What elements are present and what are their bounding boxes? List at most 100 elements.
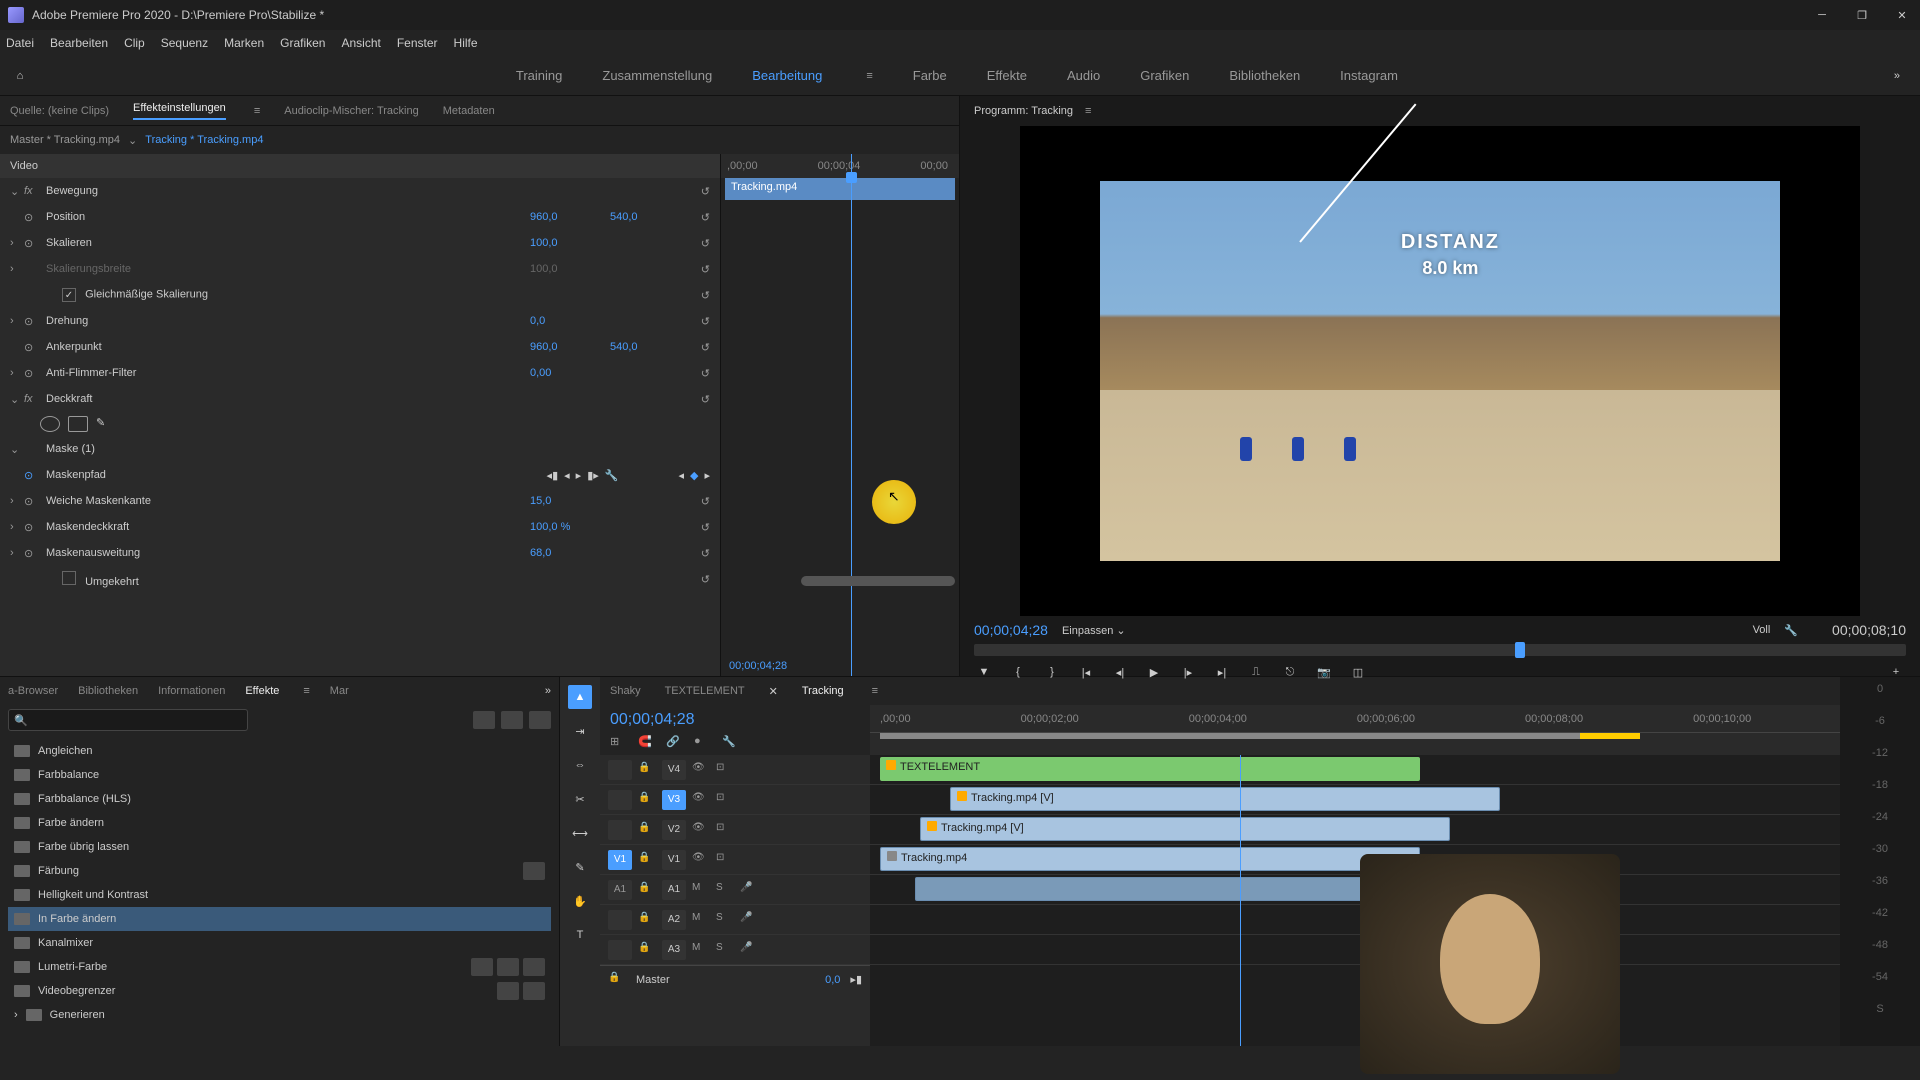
track-fwd-icon[interactable]: ▮▸ bbox=[587, 469, 599, 482]
marker-icon[interactable]: ● bbox=[694, 735, 712, 753]
panel-menu-icon[interactable]: ≡ bbox=[254, 105, 260, 117]
fx-item-label[interactable]: Lumetri-Farbe bbox=[38, 961, 107, 973]
track-back-one-icon[interactable]: ◂▮ bbox=[547, 469, 559, 482]
clip-tracking-v2[interactable]: Tracking.mp4 [V] bbox=[920, 817, 1450, 841]
ws-farbe[interactable]: Farbe bbox=[913, 68, 947, 83]
fx-badge-yuv-icon[interactable] bbox=[529, 711, 551, 729]
timeline-timecode[interactable]: 00;00;04;28 bbox=[610, 711, 860, 729]
stopwatch-icon[interactable]: ⊙ bbox=[24, 341, 42, 354]
maskendeck-value[interactable]: 100,0 % bbox=[530, 521, 610, 533]
reset-icon[interactable]: ↺ bbox=[690, 263, 710, 276]
home-icon[interactable]: ⌂ bbox=[0, 56, 40, 96]
ws-effekte[interactable]: Effekte bbox=[987, 68, 1027, 83]
track-header-a3[interactable]: 🔒 A3 M S 🎤 bbox=[600, 935, 870, 965]
mask-ellipse-icon[interactable] bbox=[40, 416, 60, 432]
nest-icon[interactable]: ⊞ bbox=[610, 735, 628, 753]
type-tool-icon[interactable]: T bbox=[568, 923, 592, 947]
selection-tool-icon[interactable]: ▲ bbox=[568, 685, 592, 709]
toggle-output-icon[interactable]: 👁 bbox=[692, 852, 710, 868]
track-wrench-icon[interactable]: 🔧 bbox=[605, 469, 619, 482]
solo-icon[interactable]: S bbox=[716, 912, 734, 928]
track-header-v3[interactable]: 🔒 V3 👁 ⊡ bbox=[600, 785, 870, 815]
seq-tab-textelement[interactable]: TEXTELEMENT bbox=[665, 685, 745, 697]
fx-item-label[interactable]: In Farbe ändern bbox=[38, 913, 116, 925]
antiflimmer-value[interactable]: 0,00 bbox=[530, 367, 610, 379]
sync-lock-icon[interactable]: ⊡ bbox=[716, 762, 734, 778]
panel-menu-icon[interactable]: ≡ bbox=[872, 685, 878, 697]
expand-icon[interactable]: › bbox=[10, 263, 24, 275]
overflow-icon[interactable]: » bbox=[545, 685, 551, 697]
stopwatch-icon[interactable]: ⊙ bbox=[24, 495, 42, 508]
lock-icon[interactable]: 🔒 bbox=[608, 972, 626, 988]
expand-icon[interactable]: ⌄ bbox=[10, 393, 24, 406]
track-play-icon[interactable]: ▸ bbox=[576, 469, 582, 482]
mini-clip-bar[interactable]: Tracking.mp4 bbox=[725, 178, 955, 200]
breadcrumb-master[interactable]: Master * Tracking.mp4 bbox=[10, 134, 120, 146]
reset-icon[interactable]: ↺ bbox=[690, 495, 710, 508]
menu-clip[interactable]: Clip bbox=[124, 36, 145, 50]
mini-time-ruler[interactable]: ,00;00 00;00;04 00;00 bbox=[721, 154, 959, 178]
fx-item-label[interactable]: Videobegrenzer bbox=[38, 985, 115, 997]
fx-badge-32bit-icon[interactable] bbox=[501, 711, 523, 729]
anker-y-value[interactable]: 540,0 bbox=[610, 341, 690, 353]
sync-lock-icon[interactable]: ⊡ bbox=[716, 792, 734, 808]
expand-icon[interactable]: › bbox=[14, 1009, 18, 1021]
fx-item-label[interactable]: Farbbalance bbox=[38, 769, 99, 781]
skip-icon[interactable]: ▸▮ bbox=[850, 973, 862, 986]
hand-tool-icon[interactable]: ✋ bbox=[568, 889, 592, 913]
reset-icon[interactable]: ↺ bbox=[690, 289, 710, 302]
expand-icon[interactable]: › bbox=[10, 547, 24, 559]
stopwatch-icon[interactable]: ⊙ bbox=[24, 521, 42, 534]
track-label[interactable]: A2 bbox=[662, 910, 686, 930]
panel-menu-icon[interactable]: ≡ bbox=[303, 685, 309, 697]
expand-icon[interactable]: › bbox=[10, 495, 24, 507]
solo-icon[interactable]: S bbox=[716, 942, 734, 958]
reset-icon[interactable]: ↺ bbox=[690, 367, 710, 380]
drehung-value[interactable]: 0,0 bbox=[530, 315, 610, 327]
mask-pen-icon[interactable]: ✎ bbox=[96, 416, 105, 432]
menu-datei[interactable]: Datei bbox=[6, 36, 34, 50]
fx-badge-icon[interactable]: fx bbox=[24, 185, 42, 197]
program-fit-dropdown[interactable]: Einpassen ⌄ bbox=[1062, 624, 1126, 637]
tab-informationen[interactable]: Informationen bbox=[158, 685, 225, 697]
menu-marken[interactable]: Marken bbox=[224, 36, 264, 50]
fx-item-label[interactable]: Kanalmixer bbox=[38, 937, 93, 949]
panel-menu-icon[interactable]: ≡ bbox=[1085, 105, 1091, 117]
ws-menu-icon[interactable]: ≡ bbox=[866, 70, 872, 82]
lock-icon[interactable]: 🔒 bbox=[638, 942, 656, 958]
close-button[interactable]: ✕ bbox=[1892, 5, 1912, 25]
maskenausw-value[interactable]: 68,0 bbox=[530, 547, 610, 559]
program-scrubber[interactable] bbox=[974, 644, 1906, 656]
lock-icon[interactable]: 🔒 bbox=[638, 822, 656, 838]
sync-lock-icon[interactable]: ⊡ bbox=[716, 822, 734, 838]
track-label[interactable]: V3 bbox=[662, 790, 686, 810]
clip-tracking-v3[interactable]: Tracking.mp4 [V] bbox=[950, 787, 1500, 811]
fx-item-label[interactable]: Helligkeit und Kontrast bbox=[38, 889, 148, 901]
tab-bibliotheken[interactable]: Bibliotheken bbox=[78, 685, 138, 697]
effects-list[interactable]: Angleichen Farbbalance Farbbalance (HLS)… bbox=[0, 735, 559, 1046]
track-label[interactable]: V1 bbox=[662, 850, 686, 870]
tab-quelle[interactable]: Quelle: (keine Clips) bbox=[10, 105, 109, 117]
track-header-v4[interactable]: 🔒 V4 👁 ⊡ bbox=[600, 755, 870, 785]
tab-effekte[interactable]: Effekte bbox=[245, 685, 279, 697]
record-icon[interactable]: 🎤 bbox=[740, 882, 758, 898]
ws-zusammenstellung[interactable]: Zusammenstellung bbox=[602, 68, 712, 83]
lock-icon[interactable]: 🔒 bbox=[638, 882, 656, 898]
keyframe-prev-icon[interactable]: ◂ bbox=[678, 469, 684, 482]
fx-badge-icon[interactable]: fx bbox=[24, 393, 42, 405]
razor-tool-icon[interactable]: ✂ bbox=[568, 787, 592, 811]
master-level[interactable]: 0,0 bbox=[825, 974, 840, 986]
skalieren-value[interactable]: 100,0 bbox=[530, 237, 610, 249]
expand-icon[interactable]: ⌄ bbox=[10, 185, 24, 198]
clip-textelement[interactable]: TEXTELEMENT bbox=[880, 757, 1420, 781]
tab-marker[interactable]: Mar bbox=[330, 685, 349, 697]
stopwatch-active-icon[interactable]: ⊙ bbox=[24, 469, 42, 482]
seq-tab-shaky[interactable]: Shaky bbox=[610, 685, 641, 697]
stopwatch-icon[interactable]: ⊙ bbox=[24, 547, 42, 560]
track-back-icon[interactable]: ◂ bbox=[564, 469, 570, 482]
expand-icon[interactable]: › bbox=[10, 521, 24, 533]
fx-item-label[interactable]: Farbe ändern bbox=[38, 817, 104, 829]
lock-icon[interactable]: 🔒 bbox=[638, 792, 656, 808]
wrench-icon[interactable]: 🔧 bbox=[1784, 624, 1798, 637]
expand-icon[interactable]: › bbox=[10, 367, 24, 379]
